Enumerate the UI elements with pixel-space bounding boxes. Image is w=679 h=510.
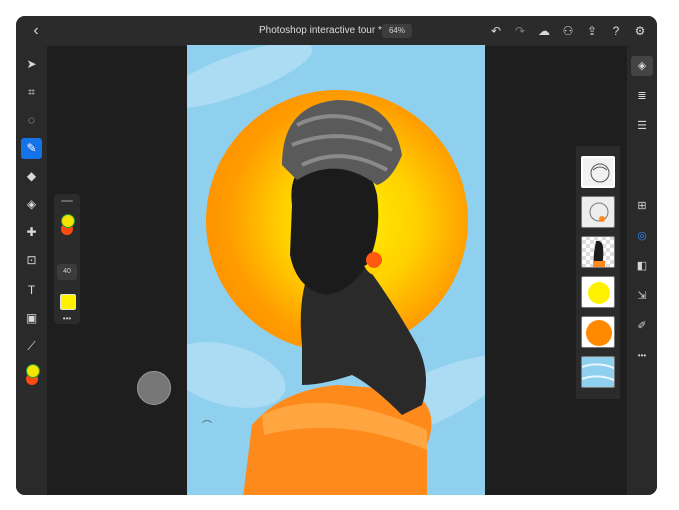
paint-bucket-tool-icon[interactable]: ◈ — [21, 194, 42, 215]
brush-settings-panel: 40 ••• — [54, 194, 80, 324]
user-share-icon[interactable]: ⚇ — [559, 22, 577, 40]
undo-icon[interactable]: ↶ — [487, 22, 505, 40]
merge-icon[interactable]: ⇲ — [631, 286, 653, 306]
type-tool-icon[interactable]: T — [21, 280, 42, 301]
layer-thumb-yellow-circle[interactable] — [581, 276, 615, 308]
left-toolbar: ➤ ⌗ ◌ ✎ ◆ ◈ ✚ ⊡ T ▣ ⟋ — [16, 46, 47, 495]
select-tool-icon[interactable]: ➤ — [21, 54, 42, 75]
brush-tool-icon[interactable]: ✎ — [21, 138, 42, 159]
layers-icon[interactable]: ◈ — [631, 56, 653, 76]
mask-icon[interactable]: ◧ — [631, 256, 653, 276]
brush-color-swatches[interactable] — [59, 214, 75, 238]
panel-handle[interactable] — [61, 200, 73, 202]
portrait-figure — [243, 100, 432, 495]
layers-panel — [576, 146, 620, 399]
cloud-icon[interactable]: ☁ — [535, 22, 553, 40]
adjustments-icon[interactable]: ☰ — [631, 116, 653, 136]
settings-icon[interactable]: ⚙ — [631, 22, 649, 40]
color-swatches[interactable] — [24, 364, 40, 388]
help-icon[interactable]: ? — [607, 22, 625, 40]
lasso-tool-icon[interactable]: ◌ — [21, 110, 42, 131]
add-layer-icon[interactable]: ⊞ — [631, 196, 653, 216]
back-icon[interactable]: ‹ — [26, 21, 46, 41]
export-icon[interactable]: ⇪ — [583, 22, 601, 40]
brush-foreground-swatch[interactable] — [61, 214, 75, 228]
brush-color-chip[interactable] — [60, 294, 76, 310]
top-bar: ‹ Photoshop interactive tour * 64% ↶ ↷ ☁… — [16, 16, 657, 46]
document-title: Photoshop interactive tour * — [259, 25, 382, 36]
redo-icon[interactable]: ↷ — [511, 22, 529, 40]
layer-thumb-sky[interactable] — [581, 356, 615, 388]
layer-thumb-orange-circle[interactable] — [581, 316, 615, 348]
eraser-tool-icon[interactable]: ◆ — [21, 166, 42, 187]
right-rail: ◈ ≣ ☰ ⊞ ◎ ◧ ⇲ ✐ ••• — [627, 46, 657, 495]
tour-hotspot-button[interactable] — [137, 371, 171, 405]
crop-transform-tool-icon[interactable]: ⌗ — [21, 82, 42, 103]
app-window: ‹ Photoshop interactive tour * 64% ↶ ↷ ☁… — [16, 16, 657, 495]
layer-thumb-sketch[interactable] — [581, 196, 615, 228]
eyedropper-tool-icon[interactable]: ⟋ — [21, 336, 42, 357]
clear-icon[interactable]: ✐ — [631, 316, 653, 336]
canvas-area: 40 ••• ⌒ — [47, 45, 627, 495]
zoom-level[interactable]: 64% — [382, 24, 412, 38]
brush-size-value[interactable]: 40 — [57, 264, 77, 280]
bird-silhouette: ⌒ — [202, 421, 212, 432]
foreground-color-swatch[interactable] — [26, 364, 40, 378]
layer-thumb-linework[interactable] — [581, 156, 615, 188]
layer-thumb-figure[interactable] — [581, 236, 615, 268]
healing-tool-icon[interactable]: ✚ — [21, 222, 42, 243]
place-image-tool-icon[interactable]: ▣ — [21, 308, 42, 329]
crop-tool-icon[interactable]: ⊡ — [21, 250, 42, 271]
visibility-icon[interactable]: ◎ — [631, 226, 653, 246]
layer-properties-icon[interactable]: ≣ — [631, 86, 653, 106]
top-actions: ↶ ↷ ☁ ⚇ ⇪ ? ⚙ — [487, 16, 649, 46]
document-canvas[interactable]: ⌒ — [187, 45, 485, 495]
more-icon[interactable]: ••• — [631, 346, 653, 366]
brush-more-icon[interactable]: ••• — [54, 315, 80, 323]
